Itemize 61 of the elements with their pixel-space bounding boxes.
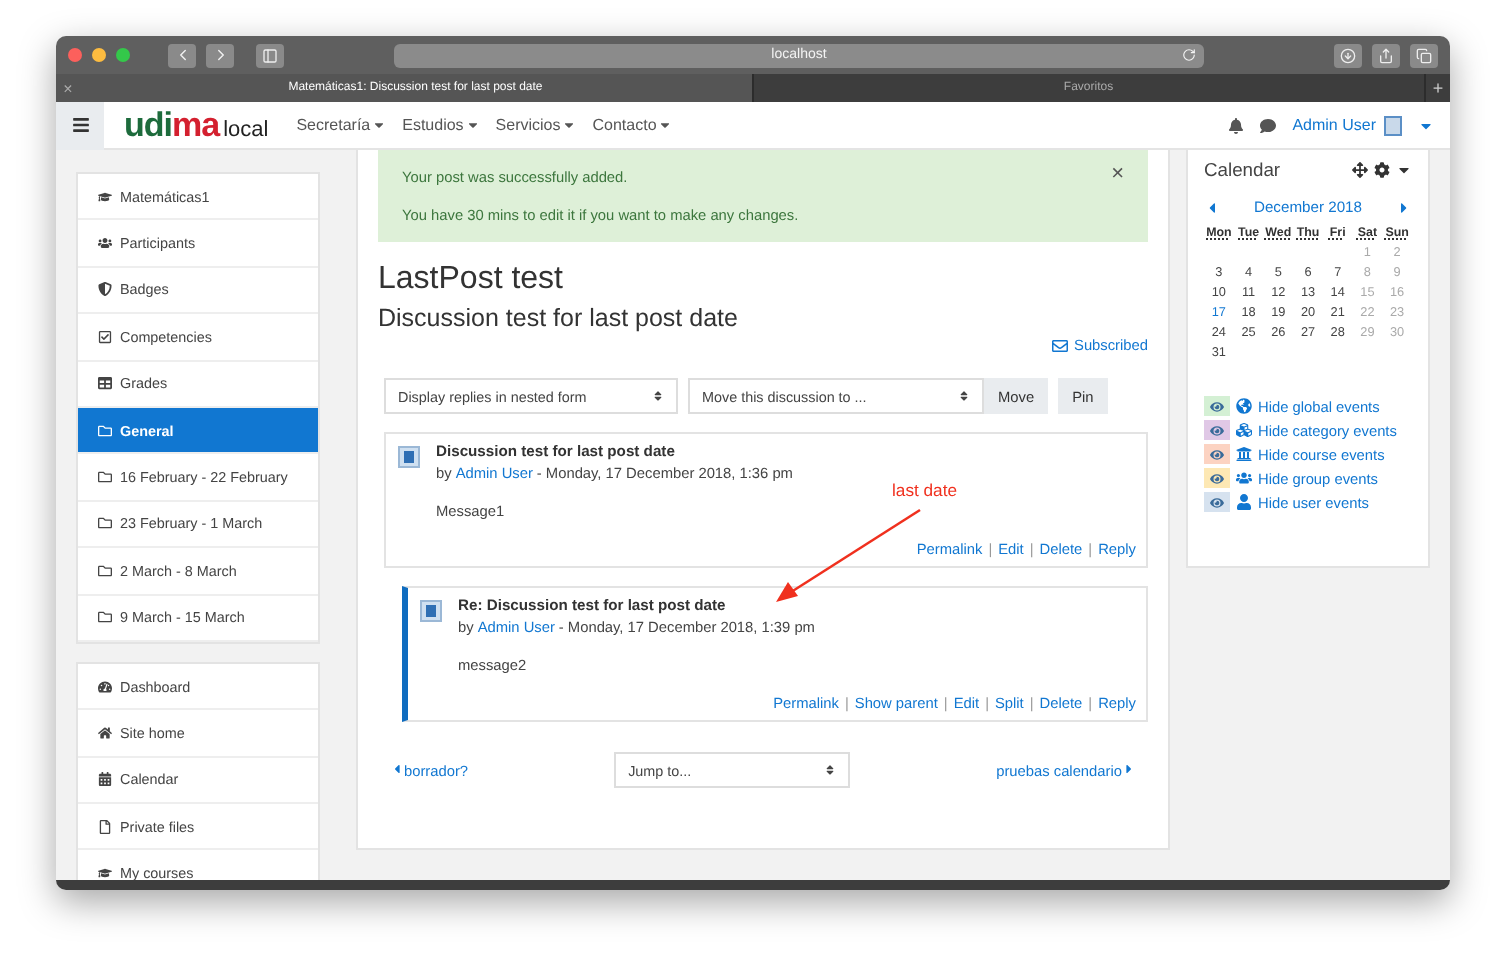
grades-icon	[98, 376, 112, 391]
course-events-icon	[1236, 446, 1252, 462]
badges-icon	[98, 282, 112, 297]
logo-text: udi	[124, 105, 172, 145]
nav-menu[interactable]: Estudios	[402, 116, 480, 134]
new-tab-button[interactable]: +	[1426, 74, 1450, 102]
menu-button[interactable]	[56, 101, 104, 149]
tabs-button[interactable]	[1410, 43, 1438, 67]
logo-text: ma	[172, 105, 220, 145]
user-picture-icon	[398, 446, 420, 468]
discussion-title: Discussion test for last post date	[378, 304, 740, 332]
menu-icon	[71, 116, 89, 134]
forward-button[interactable]	[206, 43, 234, 67]
sidebar-button[interactable]	[256, 43, 284, 67]
next-month-icon[interactable]	[1395, 199, 1412, 215]
sidebar-icon	[262, 47, 278, 63]
sort-arrows-icon	[958, 390, 970, 402]
caret-left-icon	[390, 761, 404, 775]
block-title: Calendar	[1204, 158, 1281, 180]
nav-menu[interactable]: Secretaría	[296, 116, 387, 134]
bell-icon[interactable]	[1228, 117, 1245, 133]
category-events-icon	[1236, 422, 1252, 438]
annotation-label: last date	[892, 480, 957, 500]
chat-icon[interactable]	[1260, 117, 1277, 133]
calendar-icon	[98, 772, 112, 787]
previous-month-icon[interactable]	[1204, 199, 1220, 215]
group-events-icon	[1236, 470, 1252, 486]
home-icon	[98, 725, 112, 740]
download-icon	[1340, 47, 1356, 63]
close-button[interactable]: ×	[1111, 164, 1124, 186]
envelope-icon	[1052, 337, 1069, 353]
caret-icon	[372, 118, 387, 132]
move-icon[interactable]	[1352, 161, 1368, 177]
reload-icon[interactable]	[1182, 47, 1196, 61]
share-button[interactable]	[1372, 43, 1400, 67]
caret-icon	[465, 118, 480, 132]
sort-arrows-icon	[652, 390, 664, 402]
minimize-button[interactable]	[92, 48, 106, 62]
back-button[interactable]	[168, 43, 196, 67]
nav-menu[interactable]: Servicios	[495, 116, 577, 134]
files-icon	[98, 819, 112, 834]
zoom-button[interactable]	[116, 48, 130, 62]
dashboard-icon	[98, 679, 112, 694]
forum-title: LastPost test	[378, 262, 565, 298]
sort-arrows-icon	[824, 764, 837, 776]
caret-icon	[658, 118, 673, 132]
tabs-icon	[1416, 47, 1432, 63]
caret-icon	[562, 118, 577, 132]
nav-menu[interactable]: Contacto	[592, 116, 673, 134]
user-events-icon	[1236, 494, 1252, 510]
caret-right-icon	[1121, 761, 1136, 775]
logo-suffix: local	[223, 117, 269, 141]
global-events-icon	[1236, 398, 1252, 414]
share-icon	[1378, 47, 1394, 63]
settings-icon[interactable]	[1374, 161, 1390, 177]
competencies-icon	[98, 329, 112, 344]
user-picture-icon	[420, 600, 442, 622]
avatar-icon	[1384, 115, 1402, 135]
user-menu-link[interactable]: Admin User	[1292, 116, 1376, 134]
participants-icon	[98, 236, 112, 251]
download-button[interactable]	[1334, 43, 1362, 67]
